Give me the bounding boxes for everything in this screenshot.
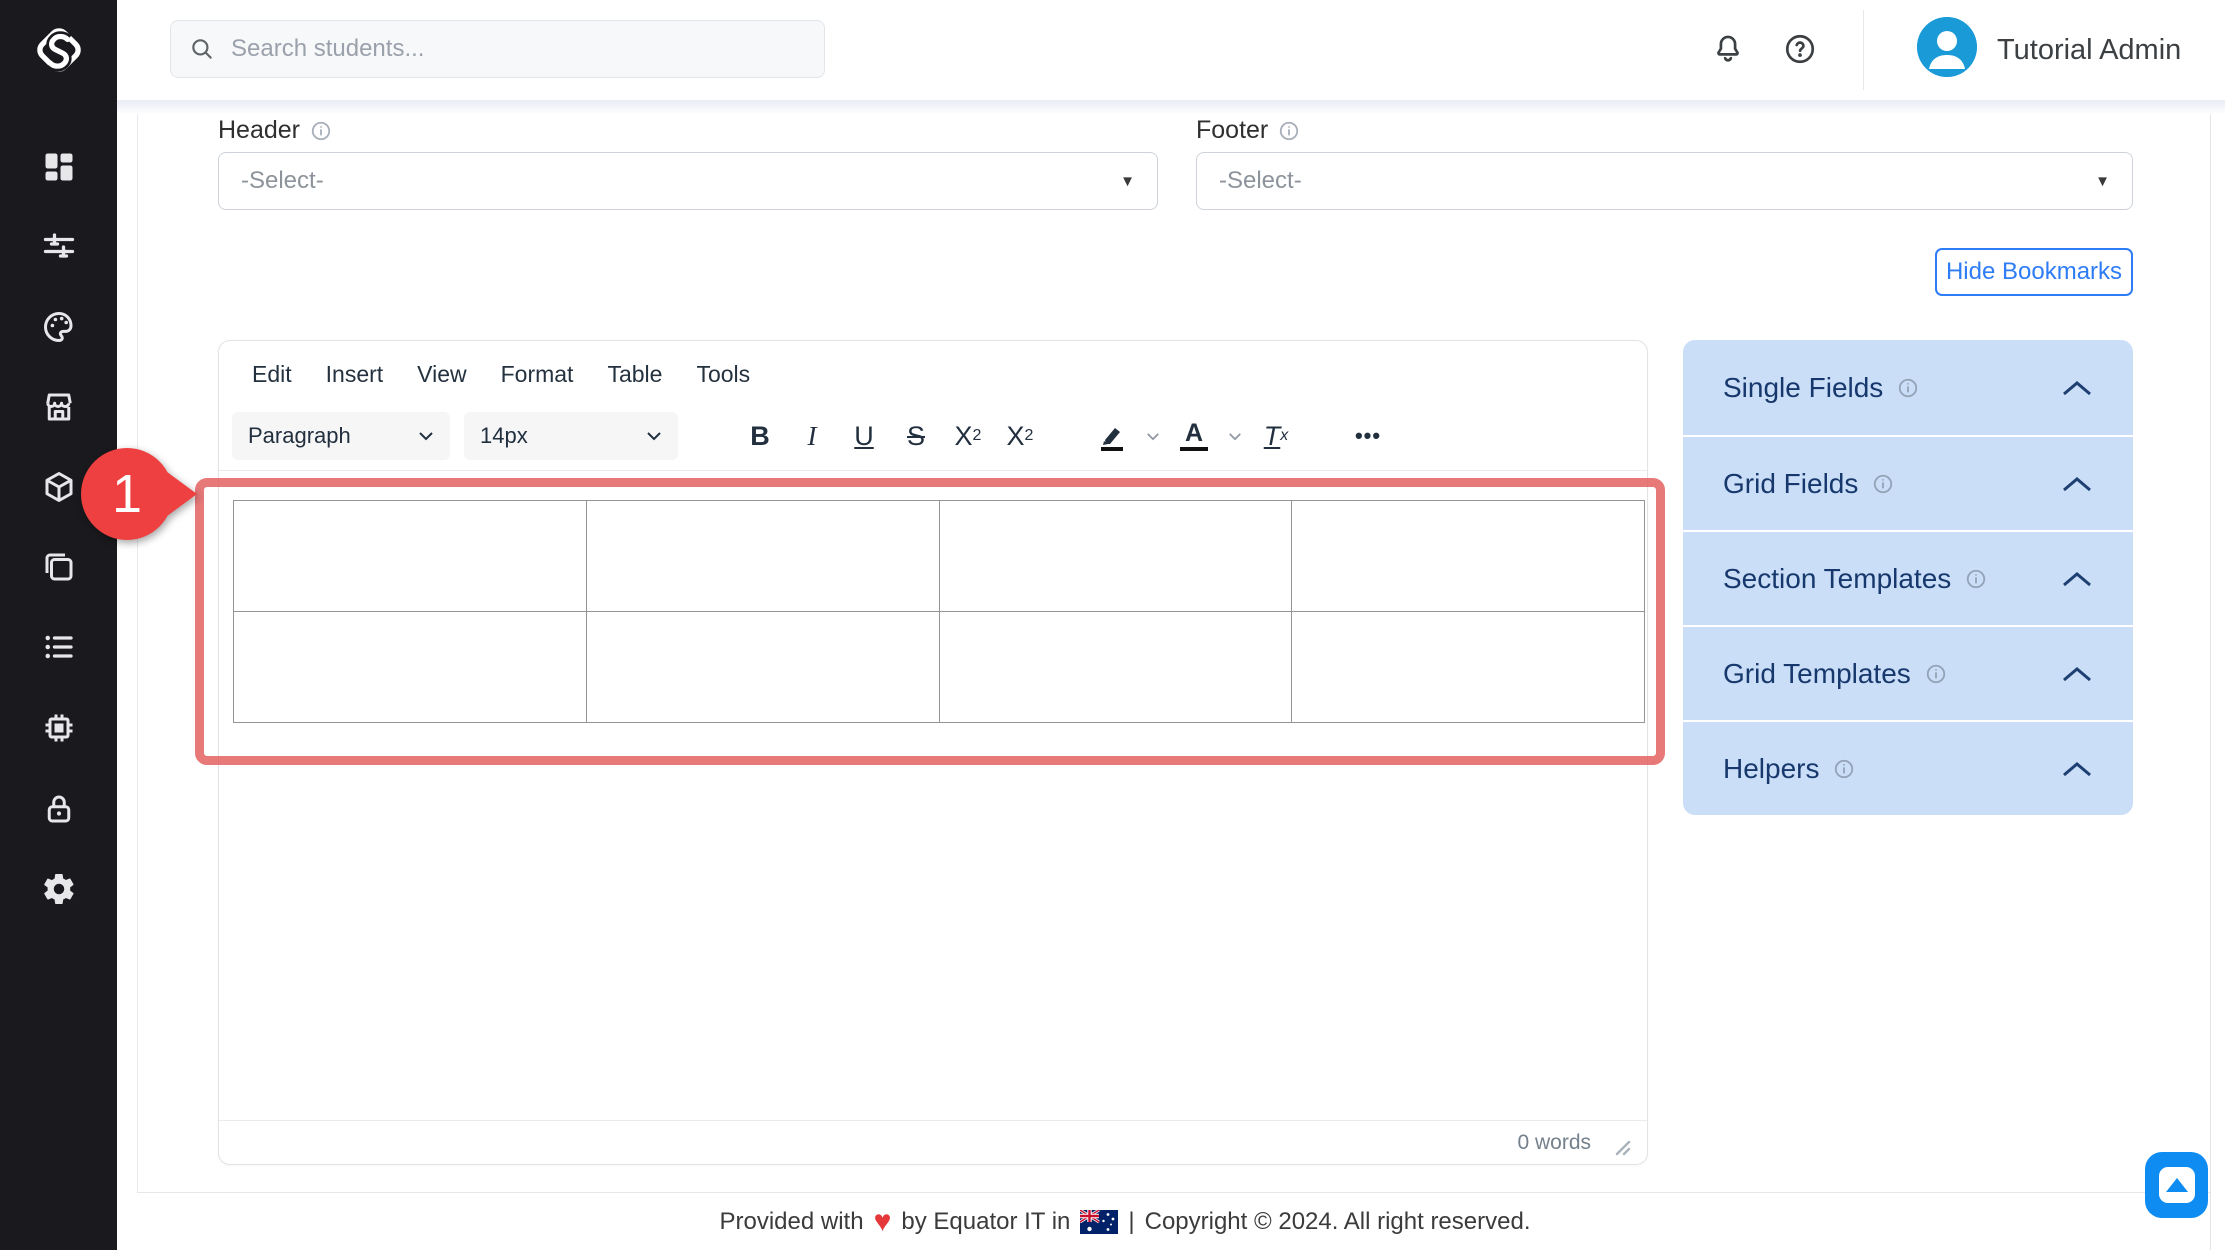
subscript-button[interactable]: X2 (942, 412, 994, 460)
chevron-down-icon (1146, 432, 1160, 441)
content-left-border (137, 114, 138, 1192)
info-icon[interactable] (1872, 473, 1894, 495)
chevron-up-icon (2061, 665, 2093, 683)
sidebar-item-chip-icon[interactable] (0, 700, 117, 756)
info-icon[interactable] (1833, 758, 1855, 780)
table-cell[interactable] (586, 501, 939, 612)
sidebar-item-pages-icon[interactable] (0, 539, 117, 595)
header-select-caret-icon: ▼ (1120, 173, 1135, 190)
info-icon[interactable] (1897, 377, 1919, 399)
chevron-up-icon (2061, 379, 2093, 397)
sidebar-item-gear-icon[interactable] (0, 861, 117, 917)
menu-insert[interactable]: Insert (326, 361, 384, 388)
font-size-select[interactable]: 14px (464, 412, 678, 460)
table-cell[interactable] (586, 612, 939, 723)
app-root: Tutorial Admin Header -Select- ▼ Footer … (0, 0, 2225, 1250)
footer-info-icon[interactable] (1278, 120, 1300, 142)
annotation-step-badge: 1 (81, 448, 173, 540)
footer-select-caret-icon: ▼ (2095, 173, 2110, 190)
info-icon[interactable] (1925, 663, 1947, 685)
chevron-down-icon (418, 431, 434, 441)
highlight-color-button[interactable] (1086, 412, 1138, 460)
chevron-up-icon (2061, 570, 2093, 588)
sidebar (0, 0, 117, 1250)
table-row (234, 501, 1645, 612)
superscript-button[interactable]: X2 (994, 412, 1046, 460)
table-row (234, 612, 1645, 723)
strikethrough-button[interactable]: S (890, 412, 942, 460)
sidebar-item-store-icon[interactable] (0, 379, 117, 435)
sidebar-item-dashboard-icon[interactable] (0, 139, 117, 195)
italic-button[interactable]: I (786, 412, 838, 460)
header-info-icon[interactable] (310, 120, 332, 142)
notifications-bell-icon[interactable] (1703, 24, 1753, 74)
menu-view[interactable]: View (417, 361, 466, 388)
panel-section-grid-fields[interactable]: Grid Fields (1683, 435, 2133, 530)
info-icon[interactable] (1965, 568, 1987, 590)
student-search (170, 20, 825, 78)
header-select[interactable]: -Select- ▼ (218, 152, 1158, 210)
clear-formatting-button[interactable]: Tx (1250, 412, 1302, 460)
menu-edit[interactable]: Edit (252, 361, 292, 388)
footer-field-label: Footer (1196, 116, 1300, 145)
topbar-shadow-strip (117, 100, 2225, 114)
table-cell[interactable] (939, 501, 1292, 612)
menu-format[interactable]: Format (501, 361, 574, 388)
page-footer: Provided with ♥ by Equator IT in | Copyr… (117, 1193, 2133, 1250)
text-color-button[interactable]: A (1168, 412, 1220, 460)
help-icon[interactable] (1775, 24, 1825, 74)
table-cell[interactable] (939, 612, 1292, 723)
topbar: Tutorial Admin (117, 0, 2225, 100)
editor-content-area[interactable] (233, 500, 1645, 723)
scroll-to-top-button[interactable] (2145, 1152, 2208, 1218)
chevron-down-icon (646, 431, 662, 441)
highlight-color-menu[interactable] (1138, 412, 1168, 460)
user-name: Tutorial Admin (1997, 0, 2181, 100)
chevron-down-icon (1228, 432, 1242, 441)
panel-section-single-fields[interactable]: Single Fields (1683, 340, 2133, 435)
panel-section-helpers[interactable]: Helpers (1683, 720, 2133, 815)
table-cell[interactable] (234, 612, 587, 723)
chevron-up-icon (2061, 475, 2093, 493)
table-cell[interactable] (1292, 501, 1645, 612)
toolbar-separator (219, 470, 1647, 471)
word-count: 0 words (1517, 1131, 1591, 1155)
panel-section-grid-templates[interactable]: Grid Templates (1683, 625, 2133, 720)
search-icon (189, 36, 215, 62)
heart-icon: ♥ (874, 1207, 892, 1237)
fields-panel: Single Fields Grid Fields Section Templa… (1683, 340, 2133, 815)
menu-table[interactable]: Table (607, 361, 662, 388)
sidebar-item-settings-sliders-icon[interactable] (0, 219, 117, 275)
header-field-label: Header (218, 116, 332, 145)
underline-button[interactable]: U (838, 412, 890, 460)
sidebar-item-list-icon[interactable] (0, 619, 117, 675)
sidebar-item-lock-icon[interactable] (0, 781, 117, 837)
editor-statusbar: 0 words (219, 1121, 1647, 1164)
user-avatar[interactable] (1917, 17, 1977, 77)
search-input[interactable] (229, 34, 806, 64)
more-toolbar-items-button[interactable]: ••• (1342, 412, 1394, 460)
topbar-divider (1863, 10, 1864, 90)
australia-flag-icon (1080, 1210, 1118, 1234)
editor-toolbar: Paragraph 14px B I U S X2 X2 (232, 408, 1632, 464)
editor-menubar: Edit Insert View Format Table Tools (218, 348, 1638, 400)
table-cell[interactable] (1292, 612, 1645, 723)
arrow-up-icon (2159, 1167, 2195, 1203)
footer-select[interactable]: -Select- ▼ (1196, 152, 2133, 210)
text-color-icon: A (1180, 421, 1208, 451)
right-gutter-border (2210, 100, 2211, 1250)
bold-button[interactable]: B (734, 412, 786, 460)
editor-resize-handle[interactable] (1613, 1138, 1631, 1156)
panel-section-section-templates[interactable]: Section Templates (1683, 530, 2133, 625)
highlighter-icon (1097, 420, 1127, 452)
app-logo[interactable] (0, 8, 117, 92)
menu-tools[interactable]: Tools (696, 361, 750, 388)
paragraph-format-select[interactable]: Paragraph (232, 412, 450, 460)
chevron-up-icon (2061, 760, 2093, 778)
table-cell[interactable] (234, 501, 587, 612)
text-color-menu[interactable] (1220, 412, 1250, 460)
editor-table (233, 500, 1645, 723)
hide-bookmarks-button[interactable]: Hide Bookmarks (1935, 248, 2133, 296)
sidebar-item-palette-icon[interactable] (0, 299, 117, 355)
